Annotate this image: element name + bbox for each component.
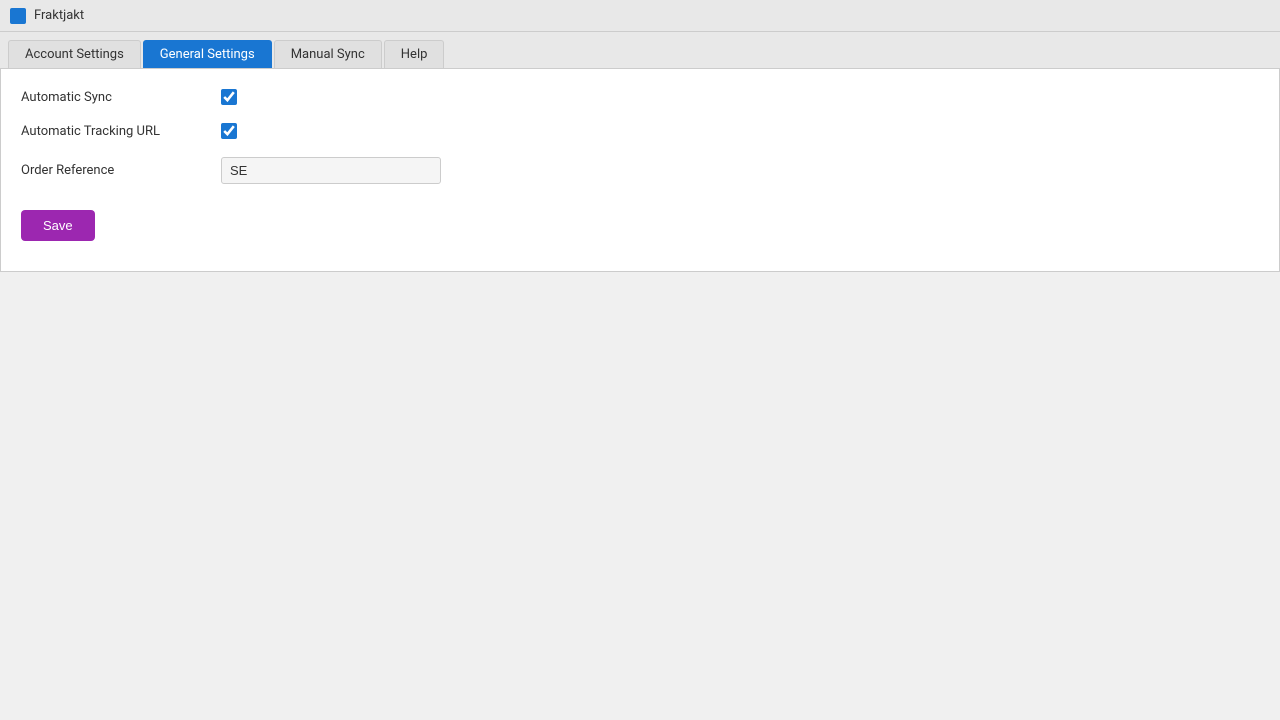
content-area: Automatic Sync Automatic Tracking URL Or… bbox=[0, 69, 1280, 272]
automatic-sync-control bbox=[221, 89, 237, 105]
automatic-sync-row: Automatic Sync bbox=[21, 89, 1259, 105]
tab-manual-sync[interactable]: Manual Sync bbox=[274, 40, 382, 68]
title-bar: Fraktjakt bbox=[0, 0, 1280, 32]
automatic-tracking-url-checkbox[interactable] bbox=[221, 123, 237, 139]
save-button[interactable]: Save bbox=[21, 210, 95, 241]
app-title: Fraktjakt bbox=[34, 8, 84, 23]
order-reference-row: Order Reference bbox=[21, 157, 1259, 184]
automatic-sync-label: Automatic Sync bbox=[21, 90, 221, 105]
order-reference-control bbox=[221, 157, 441, 184]
order-reference-input[interactable] bbox=[221, 157, 441, 184]
tab-general-settings[interactable]: General Settings bbox=[143, 40, 272, 68]
automatic-tracking-url-label: Automatic Tracking URL bbox=[21, 124, 221, 139]
automatic-sync-checkbox[interactable] bbox=[221, 89, 237, 105]
order-reference-label: Order Reference bbox=[21, 163, 221, 178]
app-icon bbox=[10, 8, 26, 24]
tab-account-settings[interactable]: Account Settings bbox=[8, 40, 141, 68]
automatic-tracking-url-control bbox=[221, 123, 237, 139]
tab-bar: Account Settings General Settings Manual… bbox=[0, 32, 1280, 69]
tab-help[interactable]: Help bbox=[384, 40, 445, 68]
automatic-tracking-url-row: Automatic Tracking URL bbox=[21, 123, 1259, 139]
